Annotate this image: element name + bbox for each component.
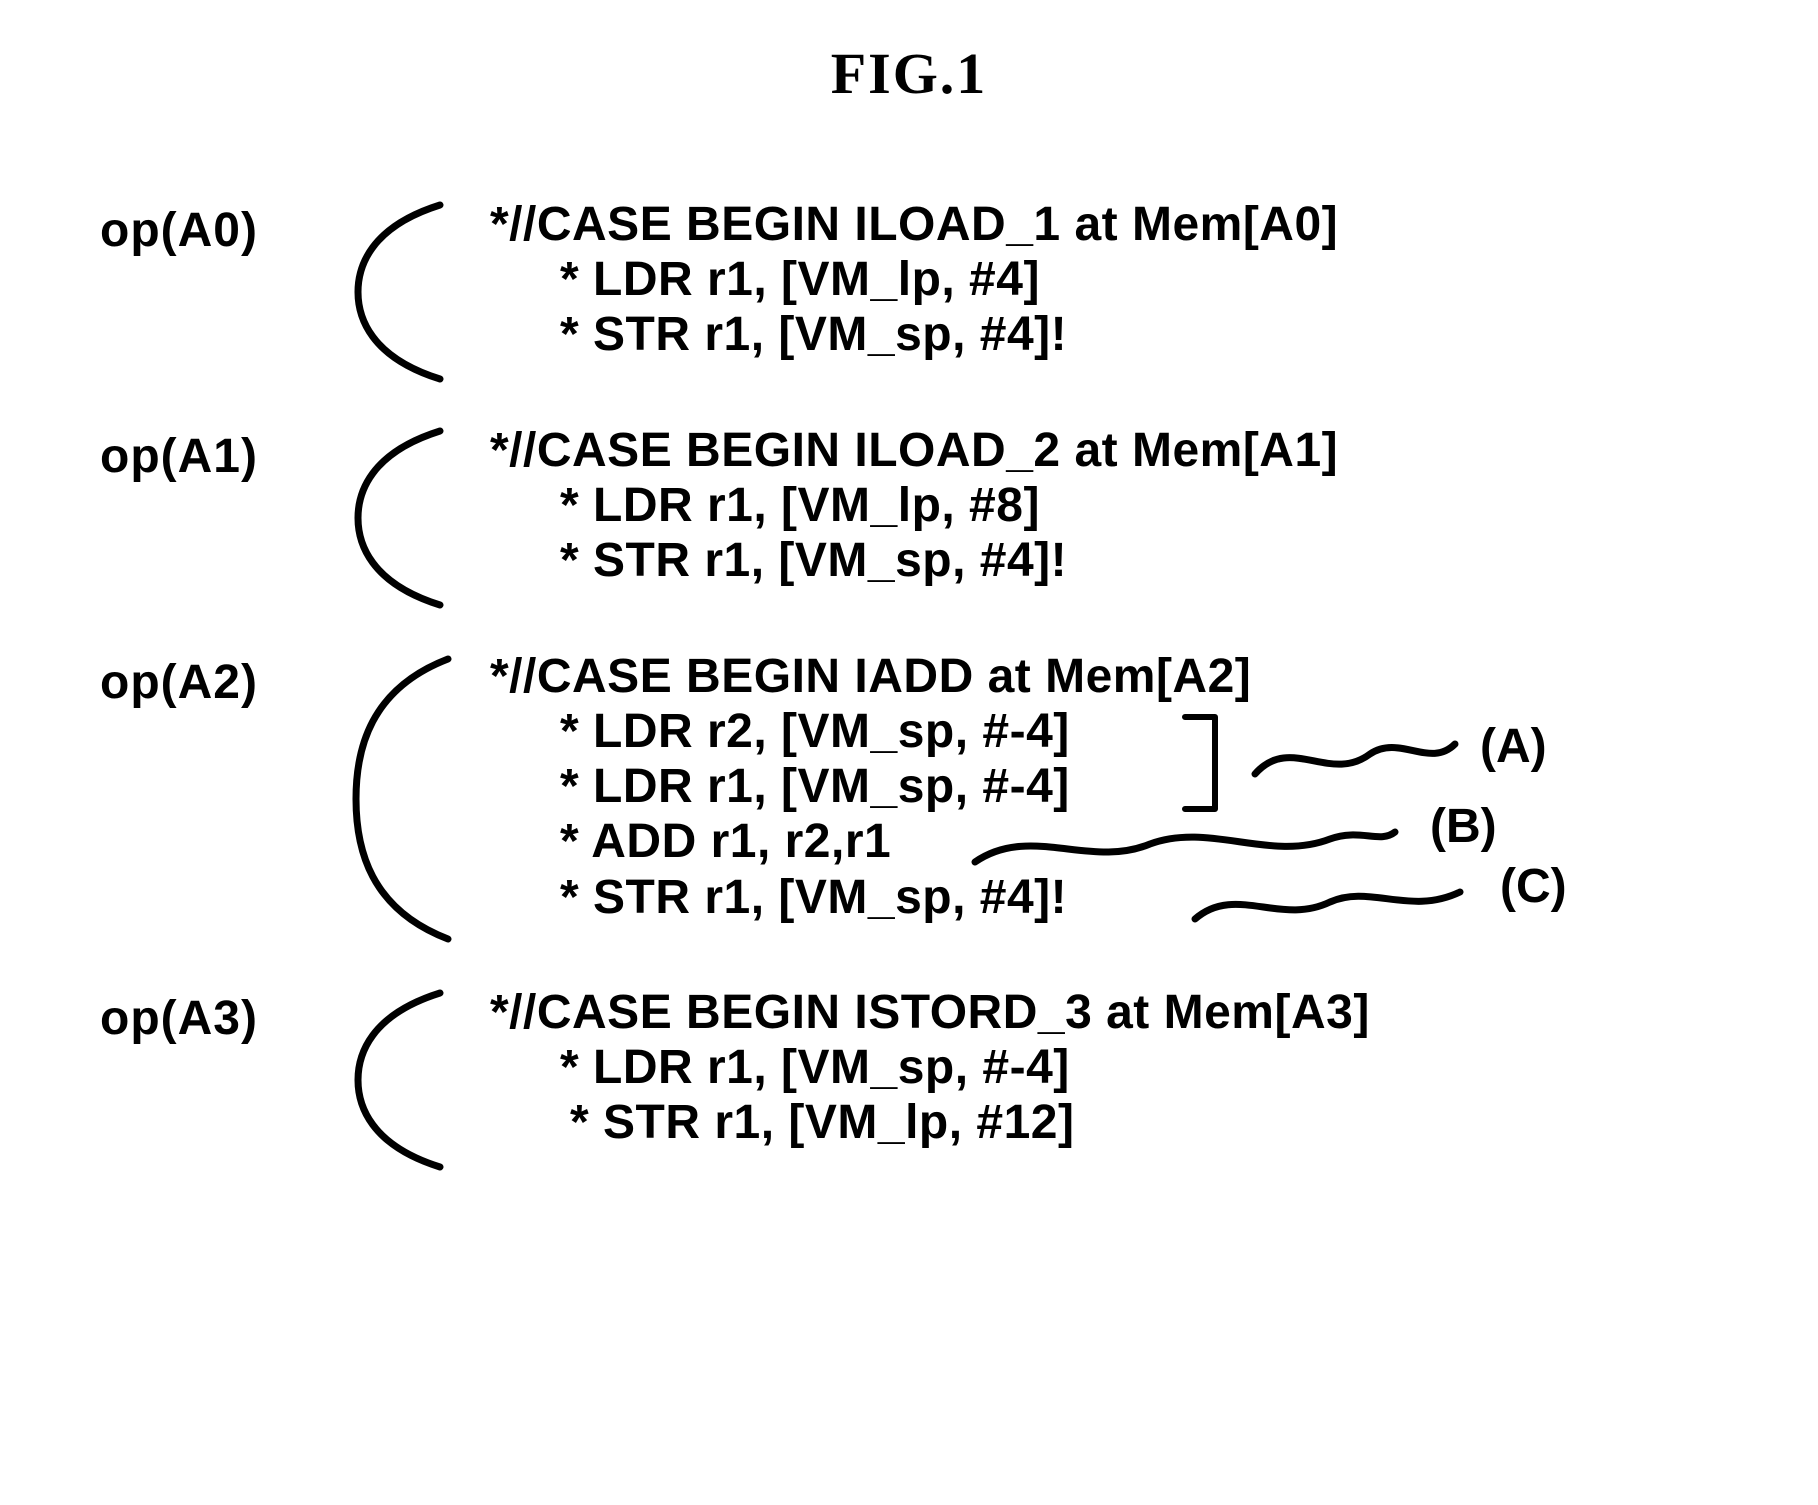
case-comment: *//CASE BEGIN IADD at Mem[A2] [490, 649, 1818, 704]
blocks-container: op(A0) *//CASE BEGIN ILOAD_1 at Mem[A0] … [100, 197, 1818, 1175]
annotation-squiggle-c-icon [1190, 874, 1470, 934]
block-a0: op(A0) *//CASE BEGIN ILOAD_1 at Mem[A0] … [100, 197, 1818, 387]
instruction: * STR r1, [VM_sp, #4]! [560, 533, 1818, 588]
annotation-squiggle-a-icon [1250, 729, 1460, 789]
figure-title: FIG.1 [0, 40, 1818, 107]
brace-icon [330, 985, 470, 1180]
case-comment: *//CASE BEGIN ILOAD_1 at Mem[A0] [490, 197, 1818, 252]
annotation-bracket-a-icon [1180, 709, 1250, 819]
case-comment: *//CASE BEGIN ISTORD_3 at Mem[A3] [490, 985, 1818, 1040]
block-a1: op(A1) *//CASE BEGIN ILOAD_2 at Mem[A1] … [100, 423, 1818, 613]
instruction: * LDR r1, [VM_lp, #8] [560, 478, 1818, 533]
annotation-squiggle-b-icon [970, 814, 1400, 874]
annotation-label-b: (B) [1430, 799, 1497, 854]
instruction: * STR r1, [VM_sp, #4]! [560, 870, 1818, 925]
instruction: * LDR r1, [VM_sp, #-4] [560, 1040, 1818, 1095]
code-col-a0: *//CASE BEGIN ILOAD_1 at Mem[A0] * LDR r… [490, 197, 1818, 362]
annotation-label-a: (A) [1480, 719, 1547, 774]
block-a2: op(A2) *//CASE BEGIN IADD at Mem[A2] * L… [100, 649, 1818, 949]
instruction: * LDR r1, [VM_lp, #4] [560, 252, 1818, 307]
op-label-a3: op(A3) [100, 991, 258, 1046]
brace-icon [330, 197, 470, 392]
brace-icon [330, 423, 470, 618]
op-label-a1: op(A1) [100, 429, 258, 484]
page: FIG.1 op(A0) *//CASE BEGIN ILOAD_1 at Me… [0, 0, 1818, 1505]
instruction: * STR r1, [VM_sp, #4]! [560, 307, 1818, 362]
op-label-a2: op(A2) [100, 655, 258, 710]
code-col-a2: *//CASE BEGIN IADD at Mem[A2] * LDR r2, … [490, 649, 1818, 925]
case-comment: *//CASE BEGIN ILOAD_2 at Mem[A1] [490, 423, 1818, 478]
annotation-label-c: (C) [1500, 859, 1567, 914]
brace-icon [330, 649, 480, 954]
op-label-a0: op(A0) [100, 203, 258, 258]
block-a3: op(A3) *//CASE BEGIN ISTORD_3 at Mem[A3]… [100, 985, 1818, 1175]
instruction: * STR r1, [VM_lp, #12] [570, 1095, 1818, 1150]
code-col-a3: *//CASE BEGIN ISTORD_3 at Mem[A3] * LDR … [490, 985, 1818, 1150]
code-col-a1: *//CASE BEGIN ILOAD_2 at Mem[A1] * LDR r… [490, 423, 1818, 588]
